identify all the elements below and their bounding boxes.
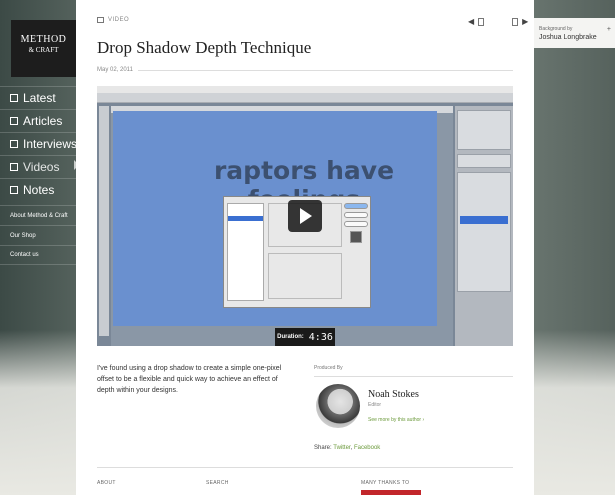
nav-item-articles[interactable]: Articles bbox=[0, 109, 76, 132]
footer-thanks-heading: MANY THANKS TO bbox=[361, 480, 410, 486]
next-arrow-icon[interactable]: ▶ bbox=[522, 17, 528, 26]
video-player[interactable]: raptors have feelings Duration: 4:36 bbox=[97, 86, 513, 346]
nav-item-interviews[interactable]: Interviews bbox=[0, 132, 78, 155]
video-frame-panels bbox=[455, 106, 513, 346]
subnav-item-contact[interactable]: Contact us bbox=[0, 245, 76, 265]
subnav-item-shop[interactable]: Our Shop bbox=[0, 225, 76, 245]
video-frame-selected-layer bbox=[460, 216, 508, 224]
credit-name: Joshua Longbrake bbox=[539, 34, 597, 41]
main-content: VIDEO ◀ ▶ Drop Shadow Depth Technique Ma… bbox=[76, 0, 534, 495]
video-frame-dialog-list bbox=[227, 203, 264, 301]
share-facebook-link[interactable]: Facebook bbox=[354, 445, 380, 451]
video-frame-dialog-button bbox=[344, 212, 368, 218]
next-post-icon[interactable] bbox=[512, 17, 519, 26]
logo-text-sub: & CRAFT bbox=[28, 46, 59, 54]
play-icon[interactable] bbox=[288, 200, 322, 232]
credit-label: Background by bbox=[539, 26, 573, 32]
video-frame-toolbox bbox=[99, 106, 109, 336]
video-icon bbox=[97, 17, 104, 23]
footer-sponsor-banner[interactable] bbox=[361, 490, 421, 495]
prev-arrow-icon[interactable]: ◀ bbox=[468, 17, 474, 26]
footer-about-heading: ABOUT bbox=[97, 480, 116, 486]
nav-item-latest[interactable]: Latest bbox=[0, 86, 76, 109]
nav-label: Interviews bbox=[23, 137, 78, 151]
section-name: VIDEO bbox=[108, 17, 130, 23]
video-duration: Duration: 4:36 bbox=[275, 328, 335, 346]
duration-label: Duration: bbox=[277, 334, 304, 340]
produced-by-heading: Produced By bbox=[314, 365, 343, 371]
subnav-item-about[interactable]: About Method & Craft bbox=[0, 205, 76, 225]
video-frame-dialog-button bbox=[344, 221, 368, 227]
video-frame-options-bar bbox=[97, 93, 513, 103]
page-title: Drop Shadow Depth Technique bbox=[97, 38, 312, 57]
interviews-icon bbox=[10, 140, 18, 148]
video-frame-panel bbox=[457, 110, 511, 150]
post-pager: ◀ ▶ bbox=[468, 17, 528, 26]
videos-icon bbox=[10, 163, 18, 171]
divider bbox=[314, 376, 513, 377]
nav-label: Latest bbox=[23, 91, 56, 105]
latest-icon bbox=[10, 94, 18, 102]
video-frame-menubar bbox=[97, 86, 513, 93]
share-label: Share: bbox=[314, 445, 332, 451]
duration-value: 4:36 bbox=[308, 331, 333, 343]
nav-label: Articles bbox=[23, 114, 63, 128]
nav-item-notes[interactable]: Notes bbox=[0, 178, 76, 201]
more-by-author-link[interactable]: See more by this author › bbox=[368, 417, 424, 423]
secondary-nav: About Method & Craft Our Shop Contact us bbox=[0, 205, 76, 265]
more-by-author-text: See more by this author bbox=[368, 417, 422, 423]
video-frame-dialog-group bbox=[268, 253, 342, 299]
video-frame-dialog-swatch bbox=[350, 231, 362, 243]
post-date: May 02, 2011 bbox=[97, 67, 133, 73]
prev-post-icon[interactable] bbox=[478, 17, 485, 26]
divider bbox=[138, 70, 513, 71]
author-avatar[interactable] bbox=[316, 384, 360, 428]
chevron-right-icon: › bbox=[422, 417, 425, 423]
background-credit[interactable]: Background by Joshua Longbrake + bbox=[534, 18, 615, 48]
share-row: Share: Twitter, Facebook bbox=[314, 445, 380, 451]
nav-label: Videos bbox=[23, 160, 60, 174]
main-nav: Latest Articles Interviews Videos Notes bbox=[0, 86, 78, 201]
author-name[interactable]: Noah Stokes bbox=[368, 389, 419, 400]
nav-label: Notes bbox=[23, 183, 55, 197]
nav-item-videos[interactable]: Videos bbox=[0, 155, 76, 178]
plus-icon[interactable]: + bbox=[607, 26, 611, 33]
site-logo[interactable]: METHOD & CRAFT bbox=[11, 20, 76, 77]
notes-icon bbox=[10, 186, 18, 194]
article-description: I've found using a drop shadow to create… bbox=[97, 365, 282, 394]
section-label: VIDEO bbox=[97, 17, 129, 23]
sidebar: METHOD & CRAFT Latest Articles Interview… bbox=[0, 0, 79, 495]
video-frame-panel bbox=[457, 172, 511, 292]
footer-search-heading: SEARCH bbox=[206, 480, 229, 486]
share-twitter-link[interactable]: Twitter bbox=[333, 445, 350, 451]
author-role: Editor bbox=[368, 402, 382, 408]
logo-text-main: METHOD bbox=[20, 34, 67, 45]
divider bbox=[97, 467, 513, 468]
video-frame-panel bbox=[457, 154, 511, 168]
articles-icon bbox=[10, 117, 18, 125]
video-frame-dialog-button bbox=[344, 203, 368, 209]
